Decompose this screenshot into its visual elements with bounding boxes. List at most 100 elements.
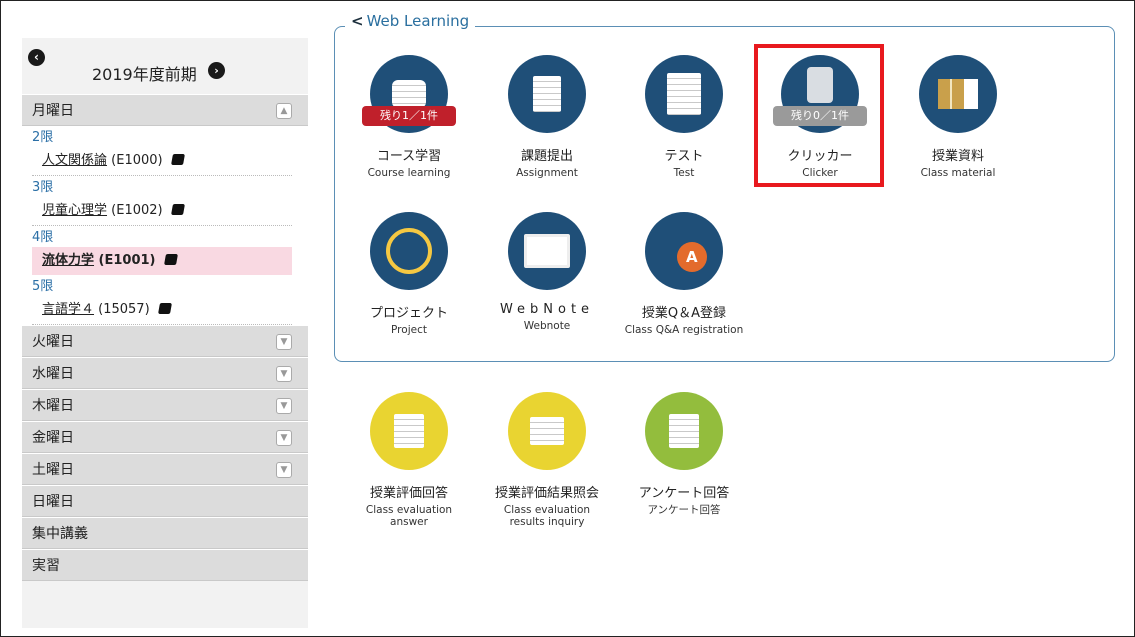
evaluation-answer-icon[interactable] [370,392,448,470]
tile-label-ja: 授業評価回答 [369,486,448,501]
evaluation-results-icon[interactable] [508,392,586,470]
book-icon[interactable] [157,303,172,314]
tile-evaluation-answer[interactable]: 授業評価回答 Class evaluation answer [341,392,477,528]
chevron-down-icon[interactable]: ▼ [276,366,292,382]
book-icon[interactable] [170,154,185,165]
tile-label-en: Test [673,167,695,179]
tile-test[interactable]: テスト Test [616,55,752,179]
course-learning-icon[interactable]: 残り1／1件 [362,55,456,133]
day-friday[interactable]: 金曜日 ▼ [22,421,308,453]
course-code: (E1002) [111,203,163,218]
qa-icon[interactable]: A [645,212,723,290]
tile-label-ja: コース学習 [376,149,442,164]
course-name-link[interactable]: 児童心理学 [42,203,107,218]
evaluation-answer-glyph [394,414,424,448]
tile-class-qa[interactable]: A 授業Q＆A登録 Class Q&A registration [616,212,752,336]
tile-class-material[interactable]: 授業資料 Class material [890,55,1026,179]
period-label: 5限 [32,279,54,294]
course-item-active[interactable]: 流体力学 (E1001) [32,247,292,275]
webnote-glyph [524,234,570,268]
course-item[interactable]: 人文関係論 (E1000) [32,147,292,176]
chevron-down-icon[interactable]: ▼ [276,430,292,446]
project-glyph [386,228,432,274]
survey-icon[interactable] [645,392,723,470]
day-intensive[interactable]: 集中講義 [22,517,308,549]
webnote-icon[interactable] [508,212,586,290]
chevron-down-icon[interactable]: ▼ [276,398,292,414]
tile-label-en: Webnote [523,320,571,332]
day-wednesday[interactable]: 水曜日 ▼ [22,357,308,389]
day-monday[interactable]: 月曜日 ▲ [22,94,308,126]
chevron-up-icon[interactable]: ▲ [276,103,292,119]
course-name-link[interactable]: 言語学４ [42,302,94,317]
tile-label-en: Class evaluation answer [365,504,453,528]
chevron-down-icon[interactable]: ▼ [276,334,292,350]
evaluation-results-glyph [530,417,564,445]
book-icon[interactable] [164,254,179,265]
remaining-badge: 残り1／1件 [362,106,456,126]
tile-label-ja: アンケート回答 [638,486,730,501]
tile-label-ja: 課題提出 [520,149,573,164]
class-material-glyph [938,79,978,109]
qa-glyph: A [676,242,707,273]
tile-label-ja: 授業評価結果照会 [494,486,599,501]
sidebar: ‹ 2019年度前期 › 月曜日 ▲ 2限 人文関係論 (E1000) 3限 児… [22,38,308,628]
chevron-down-icon[interactable]: ▼ [276,462,292,478]
day-tuesday[interactable]: 火曜日 ▼ [22,325,308,357]
tile-label-en: Project [391,324,427,336]
tile-evaluation-results[interactable]: 授業評価結果照会 Class evaluation results inquir… [479,392,615,528]
tile-label-ja: 授業Q＆A登録 [641,306,727,321]
period-label: 4限 [32,230,54,245]
tile-project[interactable]: プロジェクト Project [341,212,477,336]
tile-label-en: Class material [920,167,996,179]
class-material-icon[interactable] [919,55,997,133]
tile-label-en: Course learning [367,167,451,179]
survey-glyph [669,414,699,448]
assignment-glyph [533,76,561,112]
tile-label-ja: テスト [664,149,704,164]
clicker-highlight-frame [754,44,884,187]
course-code: (E1000) [111,153,163,168]
tile-label-en: Class Q&A registration [624,324,744,336]
day-sunday[interactable]: 日曜日 [22,485,308,517]
course-item[interactable]: 児童心理学 (E1002) [32,197,292,226]
share-icon: < [351,12,364,30]
course-code: (15057) [98,302,150,317]
course-name-link[interactable]: 人文関係論 [42,153,107,168]
tile-label-ja: 授業資料 [931,149,984,164]
book-icon[interactable] [170,204,185,215]
day-saturday[interactable]: 土曜日 ▼ [22,453,308,485]
test-icon[interactable] [645,55,723,133]
tile-course-learning[interactable]: 残り1／1件 コース学習 Course learning [341,55,477,179]
project-icon[interactable] [370,212,448,290]
assignment-icon[interactable] [508,55,586,133]
day-label: 日曜日 [32,494,74,510]
course-learning-glyph [392,80,426,108]
day-label: 月曜日 [32,103,74,119]
course-item[interactable]: 言語学４ (15057) [32,296,292,325]
day-label: 金曜日 [32,430,74,446]
tile-label-en: アンケート回答 [647,504,721,516]
test-glyph [667,73,701,115]
monday-courses: 2限 人文関係論 (E1000) 3限 児童心理学 (E1002) 4限 流体力… [22,126,308,325]
day-label: 実習 [32,558,60,574]
period-label: 2限 [32,130,54,145]
tile-survey[interactable]: アンケート回答 アンケート回答 [616,392,752,516]
tile-label-ja: WebNote [499,302,595,317]
day-label: 木曜日 [32,398,74,414]
previous-term-icon[interactable]: ‹ [28,49,45,66]
day-label: 土曜日 [32,462,74,478]
tile-webnote[interactable]: WebNote Webnote [479,212,615,332]
day-thursday[interactable]: 木曜日 ▼ [22,389,308,421]
web-learning-title: Web Learning [366,12,470,30]
day-practicum[interactable]: 実習 [22,549,308,581]
day-label: 集中講義 [32,526,88,542]
tile-assignment[interactable]: 課題提出 Assignment [479,55,615,179]
day-label: 水曜日 [32,366,74,382]
next-term-icon[interactable]: › [208,62,225,79]
tile-label-en: Assignment [516,167,578,179]
course-name-link[interactable]: 流体力学 [42,253,94,268]
tile-label-ja: プロジェクト [369,306,448,321]
web-learning-legend: < Web Learning [345,12,476,30]
period-label: 3限 [32,180,54,195]
